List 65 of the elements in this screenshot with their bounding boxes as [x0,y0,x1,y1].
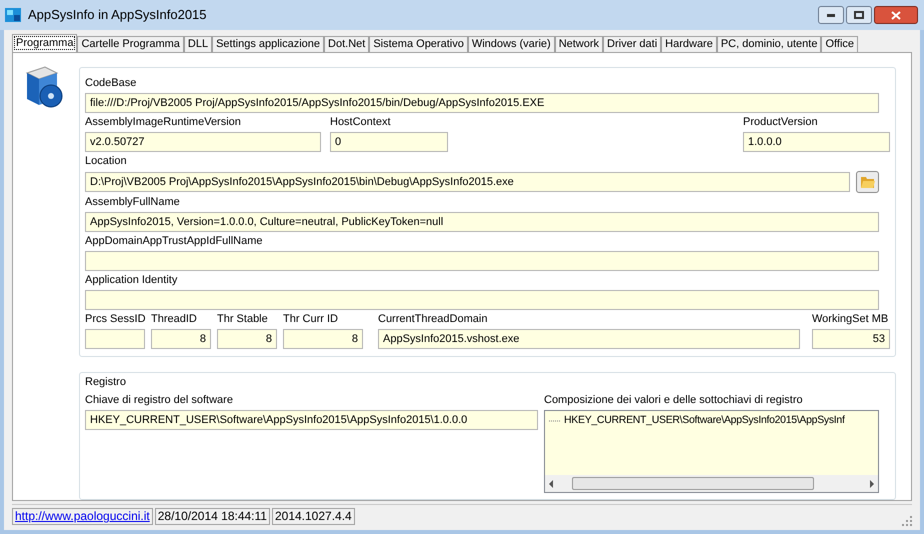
tab[interactable]: Driver dati [603,36,662,52]
website-link[interactable]: http://www.paologuccini.it [12,508,153,525]
tab[interactable]: PC, dominio, utente [716,36,822,52]
text-field[interactable]: D:\Proj\VB2005 Proj\AppSysInfo2015\AppSysInfo2015\bin\Debug\AppSysInfo2015.exe [85,172,850,192]
tab[interactable]: Settings applicazione [212,36,324,52]
text-field[interactable]: 1.0.0.0 [743,132,890,152]
text-field[interactable]: 8 [217,329,277,349]
browse-button[interactable] [856,171,879,193]
tree-item[interactable]: HKEY_CURRENT_USER\Software\AppSysInfo2015\AppSysInf [564,414,845,427]
close-icon [891,10,901,20]
field-label: CodeBase [85,76,136,91]
minimize-button[interactable] [818,6,844,24]
minimize-icon [827,14,835,16]
field-label: ProductVersion [743,115,818,130]
field-label: Chiave di registro del software [85,393,233,408]
tab[interactable]: Sistema Operativo [369,36,468,52]
field-label: Thr Curr ID [283,312,338,327]
status-version: 2014.1027.4.4 [272,508,355,525]
field-label: CurrentThreadDomain [378,312,488,327]
tab[interactable]: Hardware [661,36,717,52]
scroll-left-icon [548,480,554,488]
text-field[interactable]: 53 [812,329,890,349]
group-title: Registro [85,377,127,390]
tab[interactable]: Programma [12,34,78,52]
scrollbar-thumb[interactable] [572,477,814,490]
maximize-icon [854,11,864,19]
app-icon [4,6,22,24]
text-field[interactable] [85,290,879,310]
window-title: AppSysInfo in AppSysInfo2015 [28,6,207,24]
text-field[interactable]: 8 [151,329,211,349]
field-label: Composizione dei valori e delle sottochiavi di registro [544,393,803,408]
maximize-button[interactable] [846,6,872,24]
tab[interactable]: DLL [184,36,212,52]
text-field[interactable]: v2.0.50727 [85,132,321,152]
text-field[interactable]: AppSysInfo2015.vshost.exe [378,329,800,349]
tab[interactable]: Windows (varie) [468,36,555,52]
resize-grip-icon [902,516,912,526]
horizontal-scrollbar[interactable] [545,475,878,492]
field-label: Thr Stable [217,312,268,327]
field-label: AssemblyFullName [85,195,180,210]
close-button[interactable] [874,6,918,24]
text-field[interactable] [85,329,145,349]
tab[interactable]: Office [821,36,858,52]
field-label: Application Identity [85,273,178,288]
folder-icon [860,175,876,189]
tree-line-icon [549,420,561,422]
text-field[interactable]: file:///D:/Proj/VB2005 Proj/AppSysInfo2015/AppSysInfo2015/bin/Debug/AppSysInfo2015.EXE [85,93,879,113]
field-label: AppDomainAppTrustAppIdFullName [85,234,263,249]
status-date: 28/10/2014 18:44:11 [154,508,270,525]
tab[interactable]: Cartelle Programma [77,36,184,52]
field-label: ThreadID [151,312,197,327]
text-field[interactable]: AppSysInfo2015, Version=1.0.0.0, Culture=neutral, PublicKeyToken=null [85,212,879,232]
text-field[interactable]: HKEY_CURRENT_USER\Software\AppSysInfo2015\AppSysInfo2015\1.0.0.0 [85,410,538,430]
field-label: AssemblyImageRuntimeVersion [85,115,241,130]
tab[interactable]: Network [554,36,604,52]
scroll-right-icon [869,480,875,488]
text-field[interactable]: 0 [330,132,448,152]
field-label: WorkingSet MB [812,312,888,327]
text-field[interactable]: 8 [283,329,363,349]
field-label: Prcs SessID [85,312,146,327]
text-field[interactable] [85,251,879,271]
field-label: HostContext [330,115,391,130]
field-label: Location [85,154,127,169]
tree-view[interactable]: HKEY_CURRENT_USER\Software\AppSysInfo2015\AppSysInf [544,410,879,493]
tab[interactable]: Dot.Net [324,36,370,52]
